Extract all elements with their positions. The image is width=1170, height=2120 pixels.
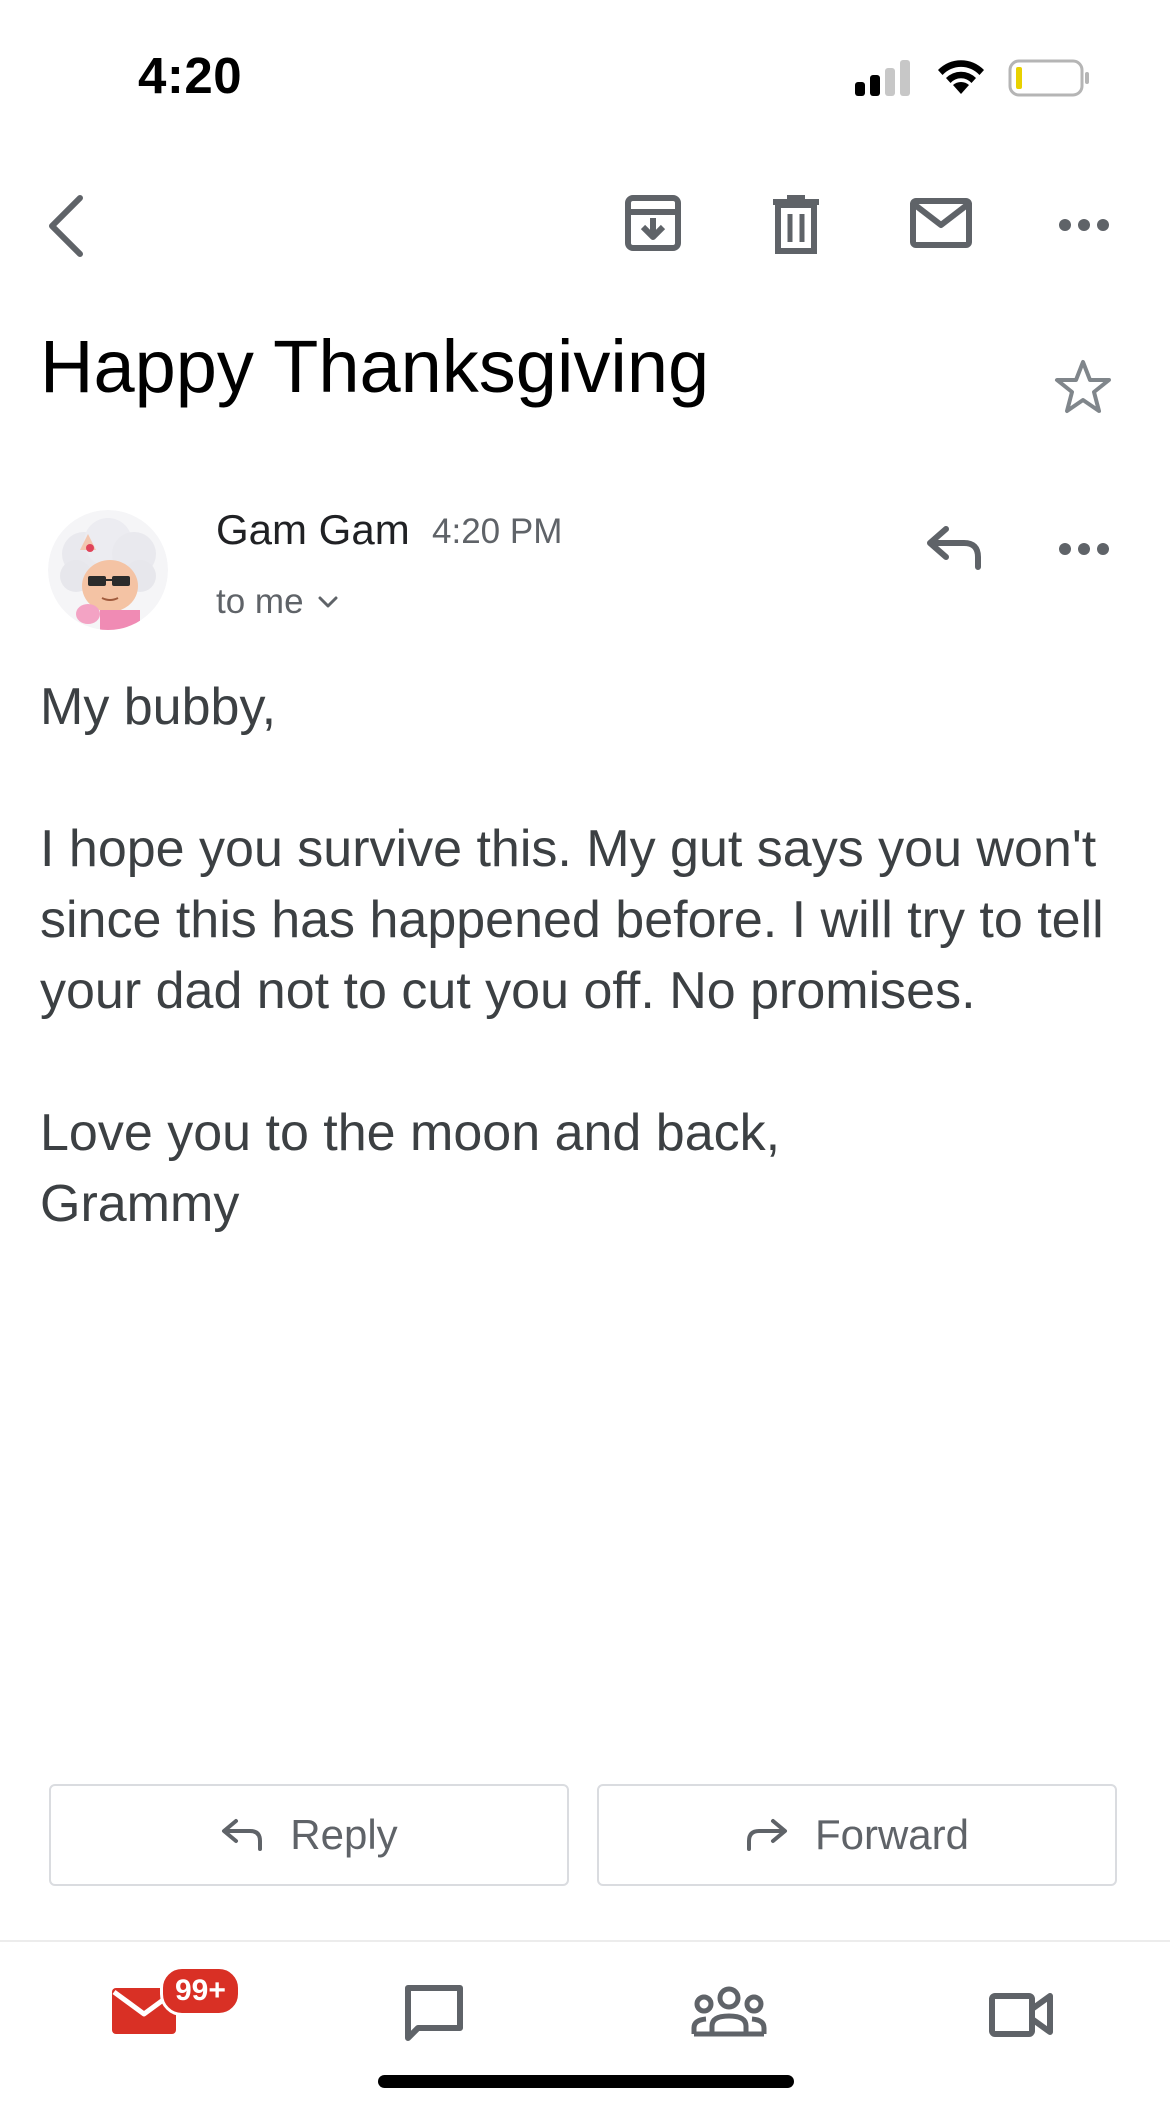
- cellular-signal-icon: [855, 60, 915, 96]
- message-more-button[interactable]: [1056, 534, 1112, 564]
- delete-button[interactable]: [768, 192, 824, 256]
- people-icon: [691, 1986, 767, 2037]
- star-icon: [1055, 360, 1111, 413]
- email-view: 4:20 Happy Thanksgiving Gam Gam 4:20 PM …: [0, 0, 1170, 2120]
- forward-icon: [746, 1819, 787, 1851]
- body-closing: Love you to the moon and back,: [40, 1104, 781, 1162]
- video-camera-icon: [989, 1993, 1053, 2037]
- email-subject: Happy Thanksgiving: [40, 325, 710, 408]
- reply-button[interactable]: Reply: [49, 1784, 569, 1886]
- quick-reply-button[interactable]: [922, 522, 986, 574]
- email-timestamp: 4:20 PM: [432, 512, 563, 551]
- back-button[interactable]: [40, 190, 92, 262]
- sender-avatar[interactable]: [48, 510, 168, 630]
- more-horizontal-icon: [1059, 543, 1109, 555]
- archive-button[interactable]: [622, 192, 684, 254]
- chat-icon: [405, 1985, 463, 2041]
- status-time: 4:20: [138, 47, 243, 104]
- recipient-details-toggle[interactable]: to me: [216, 582, 338, 622]
- bottom-navigation: 99+: [0, 1940, 1170, 2120]
- reply-icon: [927, 526, 981, 570]
- forward-button[interactable]: Forward: [597, 1784, 1117, 1886]
- trash-icon: [773, 195, 819, 254]
- chevron-left-icon: [49, 195, 83, 257]
- battery-icon: [1008, 59, 1089, 97]
- body-signature: Grammy: [40, 1175, 240, 1233]
- home-indicator[interactable]: [378, 2075, 794, 2088]
- wifi-icon: [938, 60, 984, 94]
- nav-spaces-tab[interactable]: [690, 1986, 768, 2038]
- envelope-icon: [910, 198, 972, 248]
- reply-icon: [222, 1819, 263, 1851]
- email-body: My bubby, I hope you survive this. My gu…: [40, 672, 1130, 1240]
- more-horizontal-icon: [1059, 219, 1109, 231]
- sender-name[interactable]: Gam Gam: [216, 506, 410, 554]
- avatar-image-icon: [48, 510, 168, 630]
- nav-chat-tab[interactable]: [402, 1982, 466, 2046]
- star-button[interactable]: [1052, 356, 1114, 418]
- mark-unread-button[interactable]: [908, 196, 974, 250]
- reply-button-label: Reply: [290, 1811, 398, 1858]
- nav-meet-tab[interactable]: [988, 1990, 1054, 2038]
- more-options-button[interactable]: [1056, 210, 1112, 240]
- recipient-label: to me: [216, 582, 304, 621]
- archive-icon: [625, 195, 681, 251]
- forward-button-label: Forward: [814, 1811, 970, 1858]
- chevron-down-icon: [318, 596, 338, 608]
- unread-count-badge: 99+: [160, 1966, 241, 2016]
- body-paragraph: I hope you survive this. My gut says you…: [40, 820, 1104, 1020]
- body-greeting: My bubby,: [40, 678, 277, 736]
